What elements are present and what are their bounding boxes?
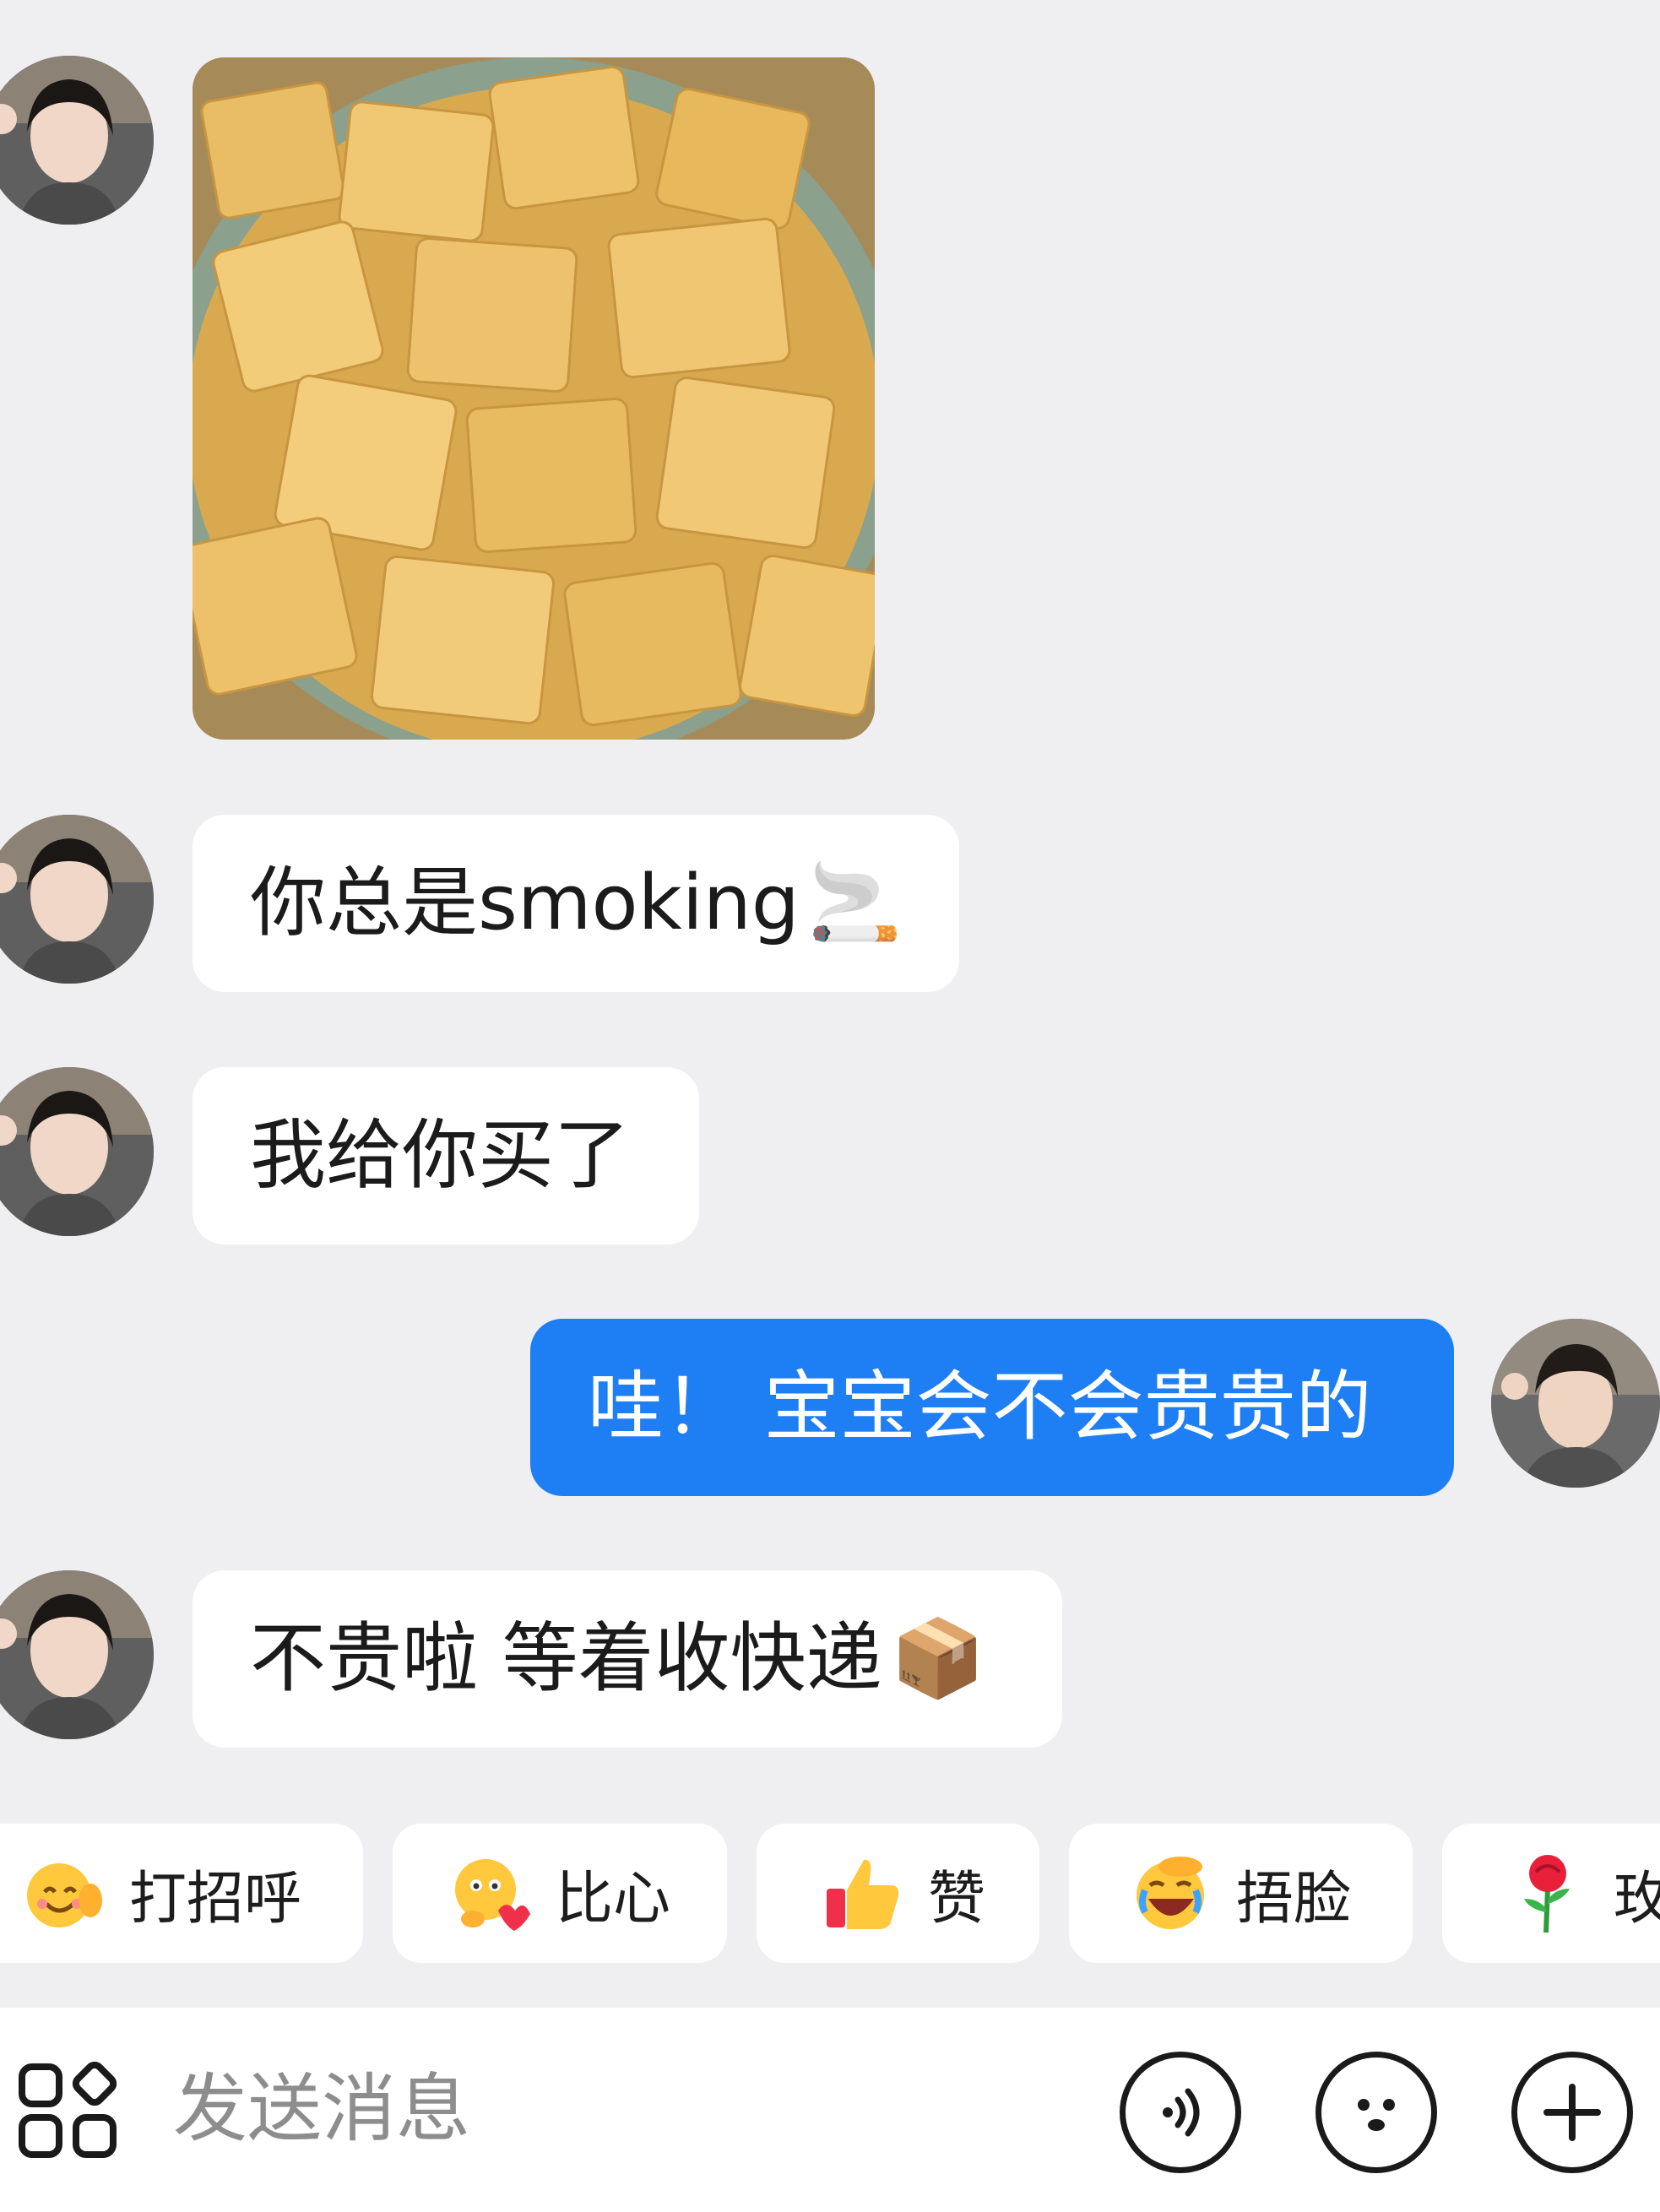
quick-reply-label: 比心: [556, 1866, 671, 1933]
rose-icon: [1505, 1851, 1590, 1936]
message-bubble[interactable]: 你总是smoking 🚬: [193, 815, 959, 992]
quick-reply-bar: 打招呼 比心 赞 捂脸 玫: [0, 1824, 1660, 1963]
friend-avatar[interactable]: [0, 56, 154, 225]
message-bubble[interactable]: 我给你买了: [193, 1067, 699, 1244]
message-text: 哇！ 宝宝会不会贵贵的: [588, 1363, 1372, 1451]
heart-hands-icon: [448, 1851, 532, 1936]
message-input[interactable]: 发送消息: [173, 2067, 470, 2151]
package-emoji: 📦: [890, 1614, 985, 1703]
message-bubble[interactable]: 不贵啦 等着收快递 📦: [193, 1570, 1062, 1748]
my-message-bubble[interactable]: 哇！ 宝宝会不会贵贵的: [530, 1319, 1454, 1496]
quick-reply-label: 捂脸: [1236, 1866, 1352, 1933]
message-text: 不贵啦 等着收快递: [250, 1614, 882, 1703]
quick-reply-label: 玫: [1614, 1866, 1660, 1933]
more-button[interactable]: [1511, 2052, 1633, 2173]
waving-smile-icon: [21, 1851, 106, 1936]
quick-reply-heart[interactable]: 比心: [393, 1824, 727, 1963]
quick-reply-rose[interactable]: 玫: [1442, 1824, 1660, 1963]
quick-reply-facepalm[interactable]: 捂脸: [1069, 1824, 1413, 1963]
voice-icon: [1163, 2088, 1200, 2137]
shared-photo[interactable]: [193, 57, 875, 740]
quick-reply-greet[interactable]: 打招呼: [0, 1824, 363, 1963]
friend-avatar[interactable]: [0, 1067, 154, 1236]
plus-icon: [1543, 2084, 1601, 2141]
message-text: 你总是smoking: [250, 859, 800, 947]
friend-avatar[interactable]: [0, 815, 154, 984]
message-text: 我给你买了: [250, 1111, 630, 1200]
message-input-bar: 发送消息: [0, 2008, 1660, 2212]
thumbs-up-icon: [820, 1851, 904, 1936]
my-avatar[interactable]: [1491, 1319, 1660, 1488]
cigarette-emoji: 🚬: [807, 859, 903, 947]
quick-reply-label: 赞: [928, 1866, 986, 1933]
emoji-face-icon: [1358, 2099, 1395, 2131]
emoji-button[interactable]: [1316, 2052, 1437, 2173]
quick-reply-like[interactable]: 赞: [757, 1824, 1039, 1963]
quick-reply-label: 打招呼: [129, 1866, 302, 1933]
voice-button[interactable]: [1120, 2052, 1241, 2173]
friend-avatar[interactable]: [0, 1570, 154, 1739]
facepalm-icon: [1128, 1851, 1212, 1936]
apps-grid-icon[interactable]: [19, 2060, 120, 2161]
